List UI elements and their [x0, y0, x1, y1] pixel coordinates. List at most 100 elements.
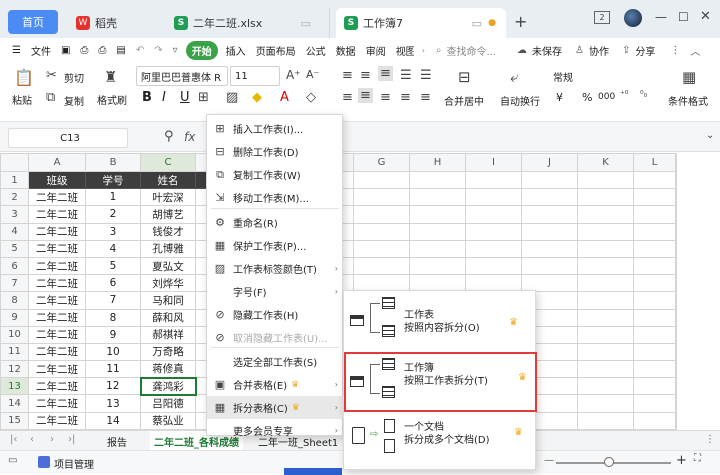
cell[interactable] [633, 308, 676, 327]
cell[interactable]: 9 [85, 325, 141, 344]
number-format-select[interactable]: 常规 [548, 66, 658, 86]
cell[interactable]: 二年二班 [28, 377, 86, 396]
menu-review[interactable]: 审阅 [364, 43, 388, 58]
cell[interactable]: 二年二班 [28, 342, 86, 362]
cell[interactable]: 钱俊才 [140, 222, 196, 241]
cell[interactable]: 叶宏深 [140, 188, 196, 207]
cell[interactable] [409, 222, 466, 241]
align-bottom-icon[interactable]: ≡ [378, 66, 393, 81]
cell[interactable]: 孔博雅 [140, 239, 196, 258]
cell[interactable] [465, 170, 522, 190]
format-painter-button[interactable]: 格式刷 [97, 92, 127, 107]
cell[interactable] [521, 205, 578, 224]
cell[interactable]: 10 [85, 342, 141, 362]
cell[interactable]: 姓名 [140, 170, 196, 190]
new-tab-button[interactable]: + [514, 12, 527, 31]
last-sheet-icon[interactable]: ›| [68, 434, 75, 445]
cell[interactable]: 万奇略 [140, 342, 196, 362]
font-size-select[interactable]: 11 [230, 66, 280, 86]
row-header[interactable]: 15 [0, 411, 29, 430]
font-shrink-icon[interactable]: A⁻ [306, 68, 319, 81]
context-menu-item[interactable]: ⊘ 取消隐藏工作表(U)... [207, 326, 344, 349]
context-menu-item[interactable]: ▣ 合并表格(E) ♛ › [207, 373, 344, 396]
cell[interactable] [675, 342, 677, 362]
cell[interactable] [675, 188, 677, 207]
cell[interactable] [577, 308, 634, 327]
cell[interactable]: 二年二班 [28, 222, 86, 241]
cell[interactable] [577, 239, 634, 258]
tab-active[interactable]: S 工作簿7 ▭ ● [336, 8, 506, 38]
column-header-k[interactable]: K [577, 153, 634, 172]
collapse-ribbon-icon[interactable]: ︿ [688, 43, 702, 58]
cell[interactable] [577, 411, 634, 430]
cell[interactable] [577, 188, 634, 207]
avatar[interactable] [624, 9, 642, 27]
cell[interactable]: 7 [85, 291, 141, 310]
cell[interactable]: 二年二班 [28, 325, 86, 344]
more-icon[interactable]: ⋮ [668, 45, 682, 56]
cell[interactable] [465, 239, 522, 258]
context-menu-item[interactable]: ⇲ 移动工作表(M)... [207, 186, 344, 209]
cell[interactable] [353, 205, 410, 224]
cell[interactable] [409, 188, 466, 207]
cell[interactable] [633, 222, 676, 241]
merge-button[interactable]: 合并居中 [444, 93, 484, 108]
cell[interactable]: 二年二班 [28, 188, 86, 207]
align-right-icon[interactable]: ≡ [380, 90, 391, 105]
column-header-j[interactable]: J [521, 153, 578, 172]
cell[interactable]: 蒋修真 [140, 360, 196, 379]
menu-data[interactable]: 数据 [334, 43, 358, 58]
cell[interactable] [521, 222, 578, 241]
column-header-h[interactable]: H [409, 153, 466, 172]
cell[interactable]: 6 [85, 274, 141, 293]
cell[interactable] [353, 170, 410, 190]
cell[interactable] [409, 205, 466, 224]
cell[interactable]: 二年二班 [28, 360, 86, 379]
cell[interactable]: 蔡弘业 [140, 411, 196, 430]
row-header[interactable]: 5 [0, 239, 29, 258]
clear-icon[interactable]: ◇ [306, 90, 316, 105]
split-to-docs-option[interactable]: ⇨ 一个文档 拆分成多个文档(D) ♛ [344, 413, 537, 473]
cell[interactable] [577, 291, 634, 310]
cell[interactable]: 5 [85, 256, 141, 276]
copy-icon[interactable]: ⧉ [46, 90, 55, 105]
currency-button[interactable]: ¥ [556, 91, 563, 104]
cell[interactable]: 马和同 [140, 291, 196, 310]
menu-formula[interactable]: 公式 [304, 43, 328, 58]
cell[interactable] [633, 291, 676, 310]
export-icon[interactable]: ⎙ [78, 45, 90, 56]
context-menu-item[interactable]: 更多会员专享 › [207, 419, 344, 442]
cell[interactable]: 二年二班 [28, 239, 86, 258]
search-input[interactable]: 查找命令... [447, 43, 497, 58]
cell[interactable]: 吕阳德 [140, 394, 196, 413]
copy-button[interactable]: 复制 [64, 93, 84, 108]
conditional-format-button[interactable]: 条件格式 [668, 93, 720, 108]
next-sheet-icon[interactable]: › [50, 434, 54, 445]
unsaved-button[interactable]: 未保存 [532, 43, 562, 58]
cell[interactable]: 班级 [28, 170, 86, 190]
merge-icon[interactable]: ⊟ [458, 68, 471, 86]
cell[interactable] [465, 188, 522, 207]
name-box[interactable]: C13 [8, 128, 128, 148]
context-menu-item[interactable]: 字号(F) › [207, 280, 344, 303]
cell[interactable]: 二年二班 [28, 291, 86, 310]
cell[interactable] [577, 222, 634, 241]
redo-icon[interactable]: ↷ [152, 45, 164, 56]
tab-wps[interactable]: W 稻壳 [68, 8, 158, 38]
cell[interactable] [577, 342, 634, 362]
column-header-i[interactable]: I [465, 153, 522, 172]
column-header-a[interactable]: A [28, 153, 86, 172]
context-menu-item[interactable]: ▦ 拆分表格(C) ♛ › [207, 396, 344, 419]
cell[interactable] [675, 308, 677, 327]
cell[interactable] [633, 256, 676, 276]
cell[interactable] [633, 188, 676, 207]
cell[interactable] [633, 205, 676, 224]
cell[interactable] [577, 170, 634, 190]
context-menu-item[interactable]: ⚙ 重命名(R) [207, 211, 344, 234]
row-header[interactable]: 3 [0, 205, 29, 224]
close-icon[interactable]: ✕ [700, 9, 711, 24]
cell[interactable]: 二年二班 [28, 205, 86, 224]
cell[interactable] [465, 256, 522, 276]
align-left-icon[interactable]: ≡ [342, 90, 353, 105]
cell[interactable] [409, 170, 466, 190]
